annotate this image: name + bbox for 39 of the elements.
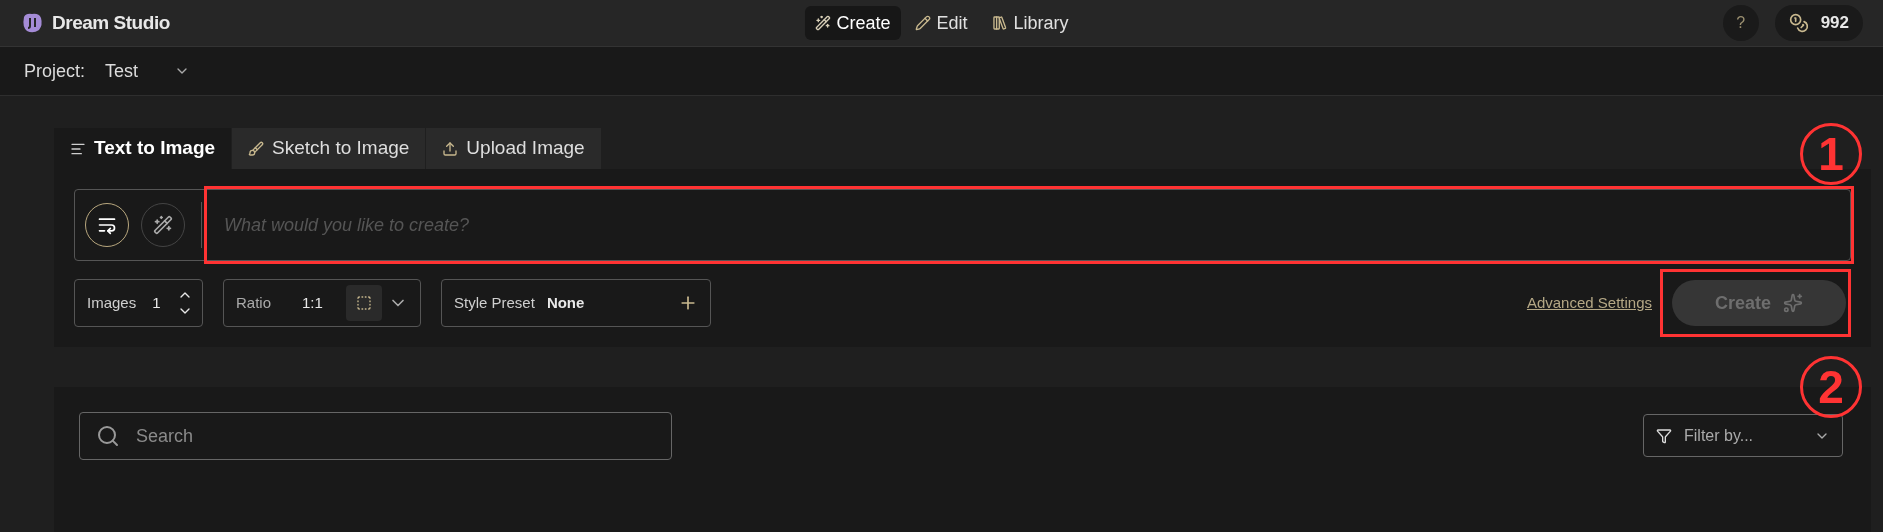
filter-select[interactable]: Filter by... — [1643, 414, 1843, 457]
style-preset-value: None — [546, 292, 585, 313]
help-button[interactable]: ? — [1722, 5, 1759, 41]
images-label: Images — [87, 292, 137, 313]
project-label: Project: — [24, 59, 86, 83]
brush-icon — [248, 140, 265, 157]
step-number-badge: 1 — [1800, 123, 1862, 185]
mode-tab[interactable]: Upload Image — [426, 128, 602, 169]
search-field[interactable]: Search — [136, 422, 655, 450]
style-preset-select[interactable]: Style Preset None — [441, 279, 711, 327]
nav-tab[interactable]: Library — [981, 6, 1079, 40]
dashed-square-icon — [356, 295, 372, 311]
mode-tab[interactable]: Sketch to Image — [232, 128, 427, 169]
project-select[interactable]: Test — [105, 57, 191, 85]
search-icon — [96, 424, 120, 448]
coins-icon — [1788, 13, 1809, 33]
nav-tab[interactable]: Edit — [904, 6, 978, 40]
brand-name: Dream Studio — [52, 10, 170, 35]
advanced-settings-link[interactable]: Advanced Settings — [1526, 291, 1652, 315]
text-wrap-icon — [97, 215, 117, 235]
ratio-value: 1:1 — [302, 292, 324, 313]
books-icon — [991, 15, 1008, 31]
nav-tab[interactable]: Create — [804, 6, 901, 40]
credits-button[interactable]: 992 — [1774, 5, 1863, 41]
upload-icon — [442, 140, 459, 157]
sparkles-icon — [1783, 293, 1803, 313]
logo-icon — [20, 11, 44, 35]
filter-icon — [1656, 427, 1672, 444]
search-box[interactable]: Search — [79, 412, 672, 460]
pencil-icon — [914, 15, 931, 31]
style-preset-label: Style Preset — [454, 292, 535, 313]
wand-icon — [153, 215, 173, 235]
step-number-badge: 2 — [1800, 356, 1862, 418]
mode-tab[interactable]: Text to Image — [54, 128, 233, 169]
images-stepper[interactable]: Images 1 — [74, 279, 203, 327]
images-value: 1 — [152, 292, 161, 313]
ratio-select[interactable]: Ratio 1:1 — [223, 279, 421, 327]
ratio-label: Ratio — [236, 292, 273, 313]
wand-icon — [814, 15, 831, 31]
